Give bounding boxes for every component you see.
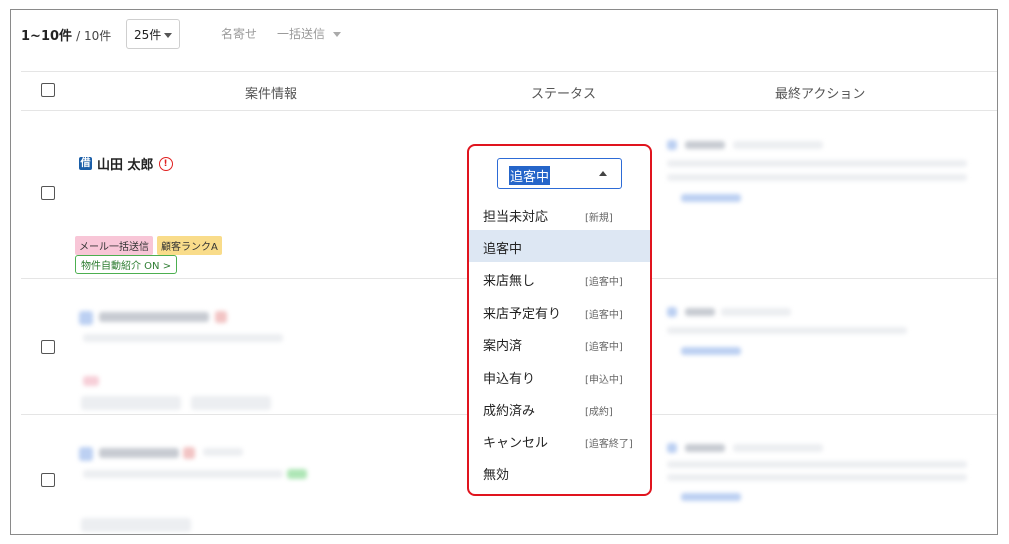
status-option[interactable]: 案内済 [追客中] [469, 327, 650, 359]
redacted-text [99, 312, 209, 322]
redacted-text [667, 160, 967, 167]
status-option-category: [追客中] [585, 310, 623, 321]
status-option[interactable]: 成約済み [成約] [469, 392, 650, 424]
per-page-select[interactable]: 25件 [126, 19, 180, 49]
tag-customer-rank: 顧客ランクA [157, 236, 222, 255]
result-range: 1~10件 [21, 29, 73, 44]
customer-list-panel: 1~10件 / 10件 25件 名寄せ 一括送信 案件情報 ステータス 最終アク… [10, 9, 998, 535]
redacted-icon [215, 311, 227, 323]
status-dropdown-highlight: 追客中 担当未対応 [新規] 追客中 来店無し [追客中] 来店予定有り [追客… [467, 144, 652, 496]
row-checkbox[interactable] [41, 473, 55, 487]
result-total: / 10件 [76, 29, 112, 43]
customer-name-text: 山田 太郎 [97, 158, 154, 173]
status-option-category: [追客中] [585, 277, 623, 288]
tag-bulk-mail: メール一括送信 [75, 236, 153, 255]
header-last-action: 最終アクション [775, 87, 866, 102]
status-option-category: [申込中] [585, 375, 623, 386]
per-page-value: 25件 [134, 28, 162, 42]
status-select[interactable]: 追客中 [497, 158, 622, 189]
header-case-info: 案件情報 [245, 87, 298, 102]
warning-icon: ! [158, 156, 173, 171]
redacted-text [685, 308, 715, 316]
select-all-checkbox[interactable] [41, 83, 55, 97]
redacted-text [667, 174, 967, 181]
result-count: 1~10件 / 10件 [21, 25, 111, 44]
status-option-label: 担当未対応 [483, 210, 549, 225]
redacted-link [681, 347, 741, 355]
status-option-selected[interactable]: 追客中 [469, 230, 650, 262]
status-option-label: 成約済み [483, 404, 536, 419]
list-toolbar: 1~10件 / 10件 25件 名寄せ 一括送信 [11, 10, 997, 68]
redacted-tag [81, 518, 191, 532]
redacted-text [733, 444, 823, 452]
redacted-icon [183, 447, 195, 459]
redacted-text [685, 444, 725, 452]
status-option-label: 来店予定有り [483, 307, 562, 322]
redacted-icon [79, 311, 93, 325]
chevron-up-icon [599, 171, 607, 176]
redacted-text [733, 141, 823, 149]
status-option-category: [追客終了] [585, 439, 633, 450]
redacted-icon [667, 307, 677, 317]
status-option[interactable]: キャンセル [追客終了] [469, 424, 650, 456]
row-checkbox[interactable] [41, 340, 55, 354]
redacted-tag [191, 396, 271, 410]
redacted-icon [667, 443, 677, 453]
redacted-text [99, 448, 179, 458]
status-option-category: [追客中] [585, 342, 623, 353]
redacted-tag [81, 396, 181, 410]
redacted-text [667, 461, 967, 468]
status-option[interactable]: 無効 [469, 456, 650, 488]
redacted-text [203, 448, 243, 456]
redacted-text [721, 308, 791, 316]
status-option-category: [新規] [585, 213, 613, 224]
status-option[interactable]: 申込有り [申込中] [469, 360, 650, 392]
nayose-button[interactable]: 名寄せ [221, 25, 257, 42]
status-option-label: 申込有り [483, 372, 536, 387]
status-option[interactable]: 来店無し [追客中] [469, 262, 650, 294]
status-option[interactable]: 来店予定有り [追客中] [469, 295, 650, 327]
row-checkbox[interactable] [41, 186, 55, 200]
bulk-send-button[interactable]: 一括送信 [277, 25, 341, 42]
redacted-tag [287, 469, 307, 479]
status-option[interactable]: 担当未対応 [新規] [469, 198, 650, 230]
status-option-label: 無効 [483, 468, 510, 483]
redacted-text [685, 141, 725, 149]
table-header: 案件情報 ステータス 最終アクション [21, 71, 997, 111]
redacted-link [681, 194, 741, 202]
redacted-tag [83, 376, 99, 386]
status-select-value: 追客中 [509, 166, 551, 185]
redacted-text [83, 470, 283, 478]
status-option-label: 案内済 [483, 339, 523, 354]
status-option-label: キャンセル [483, 436, 549, 451]
redacted-text [667, 327, 907, 334]
redacted-icon [79, 447, 93, 461]
status-option-category: [成約] [585, 407, 613, 418]
header-status: ステータス [531, 87, 597, 102]
customer-name[interactable]: 借 山田 太郎 ! [79, 154, 173, 173]
redacted-text [667, 474, 967, 481]
mail-icon [667, 140, 677, 150]
redacted-text [83, 334, 283, 342]
chevron-down-icon [164, 33, 172, 38]
rental-badge-icon: 借 [79, 157, 92, 170]
status-option-label: 来店無し [483, 274, 536, 289]
status-option-label: 追客中 [483, 242, 523, 257]
auto-intro-toggle[interactable]: 物件自動紹介 ON > [75, 255, 178, 274]
redacted-link [681, 493, 741, 501]
